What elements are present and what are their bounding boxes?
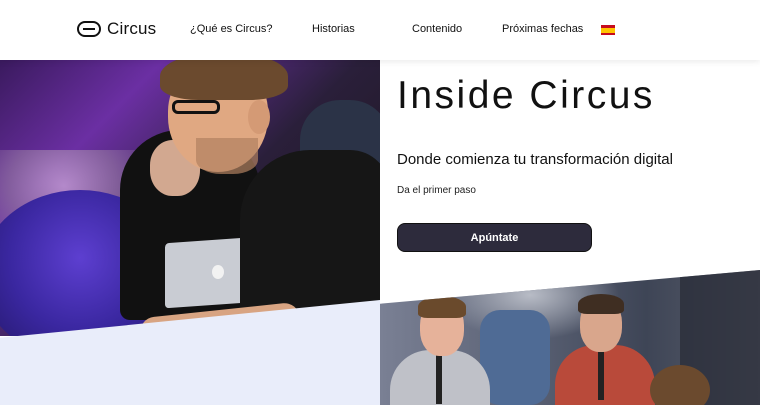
nav-contenido[interactable]: Contenido bbox=[412, 23, 462, 35]
apple-logo-icon bbox=[212, 265, 224, 279]
nav-historias[interactable]: Historias bbox=[312, 23, 355, 35]
hero-subtitle: Donde comienza tu transformación digital bbox=[397, 151, 673, 168]
signup-button[interactable]: Apúntate bbox=[397, 223, 592, 252]
nav-que-es-circus[interactable]: ¿Qué es Circus? bbox=[190, 23, 273, 35]
site-header: Circus ¿Qué es Circus? Historias Conteni… bbox=[0, 0, 760, 60]
nav-proximas-fechas[interactable]: Próximas fechas bbox=[502, 23, 583, 35]
circus-logo[interactable]: Circus bbox=[77, 19, 156, 39]
spain-flag-icon[interactable] bbox=[601, 25, 615, 35]
hero-photo-developer bbox=[0, 60, 380, 336]
hero-step-text: Da el primer paso bbox=[397, 185, 476, 196]
hero-title: Inside Circus bbox=[397, 74, 655, 117]
hero-photo-attendees bbox=[380, 270, 760, 405]
circus-logo-icon bbox=[77, 21, 101, 37]
logo-text: Circus bbox=[107, 19, 157, 38]
